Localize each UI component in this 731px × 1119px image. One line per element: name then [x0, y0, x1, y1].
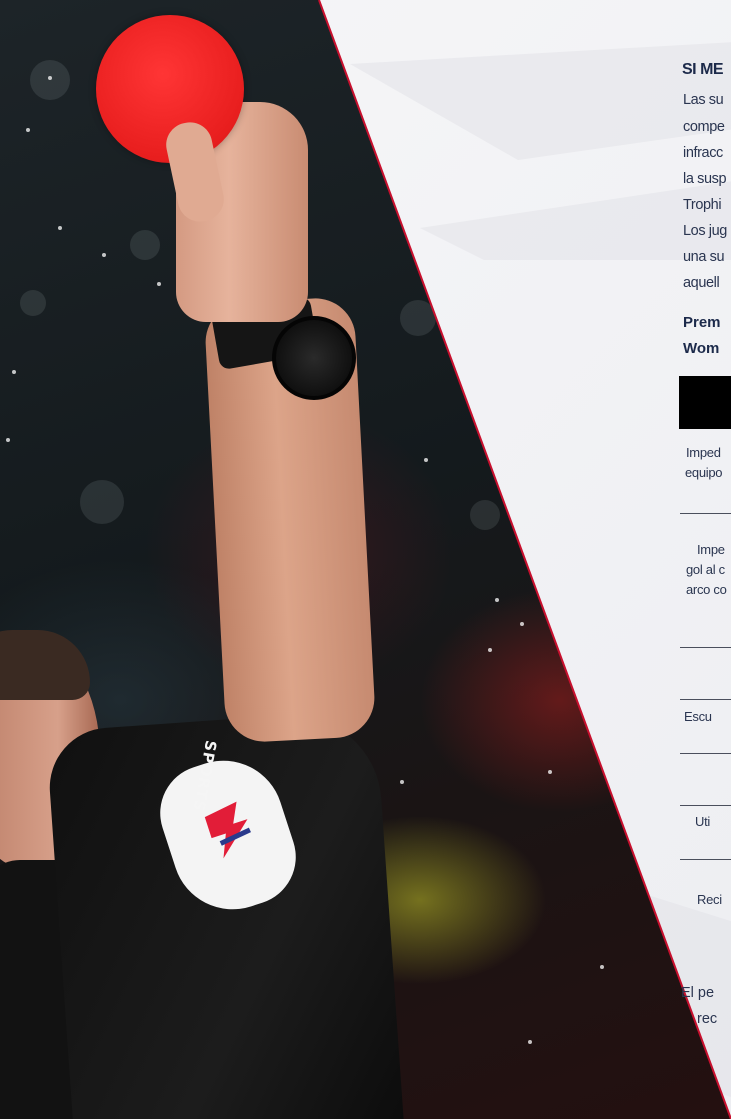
table-row-divider — [680, 859, 731, 860]
competition-label: Wom — [683, 340, 720, 357]
paragraph-line: Los jug — [683, 223, 727, 239]
paragraph-line: Las su — [683, 92, 724, 108]
competition-label: Prem — [683, 314, 721, 331]
paragraph-line: la susp — [683, 171, 727, 187]
table-cell: equipo — [685, 465, 723, 480]
table-row-divider — [680, 753, 731, 754]
table-cell: Imped — [686, 445, 721, 460]
paragraph-line: una su — [683, 249, 725, 265]
footer-line: rec — [697, 1011, 718, 1027]
section-heading: SI ME — [682, 61, 724, 78]
table-row-divider — [680, 805, 731, 806]
paragraph-line: compe — [683, 119, 725, 135]
paragraph-line: infracc — [683, 145, 723, 161]
table-cell: arco co — [686, 582, 727, 597]
page: SPORTS SI ME Las su compe infracc la sus… — [0, 0, 731, 1119]
table-cell: gol al c — [686, 562, 725, 577]
paragraph-line: Trophi — [683, 197, 722, 213]
table-cell: Escu — [684, 709, 712, 724]
table-row-divider — [680, 699, 731, 700]
table-row-divider — [680, 647, 731, 648]
paragraph-line: aquell — [683, 275, 720, 291]
footer-line: El pe — [681, 985, 715, 1001]
table-cell: Reci — [697, 892, 722, 907]
table-header — [679, 376, 731, 429]
table-cell: Uti — [695, 814, 710, 829]
table-row-divider — [680, 513, 731, 514]
table-cell: Impe — [697, 542, 725, 557]
content-column: SI ME Las su compe infracc la susp Troph… — [0, 0, 731, 1119]
